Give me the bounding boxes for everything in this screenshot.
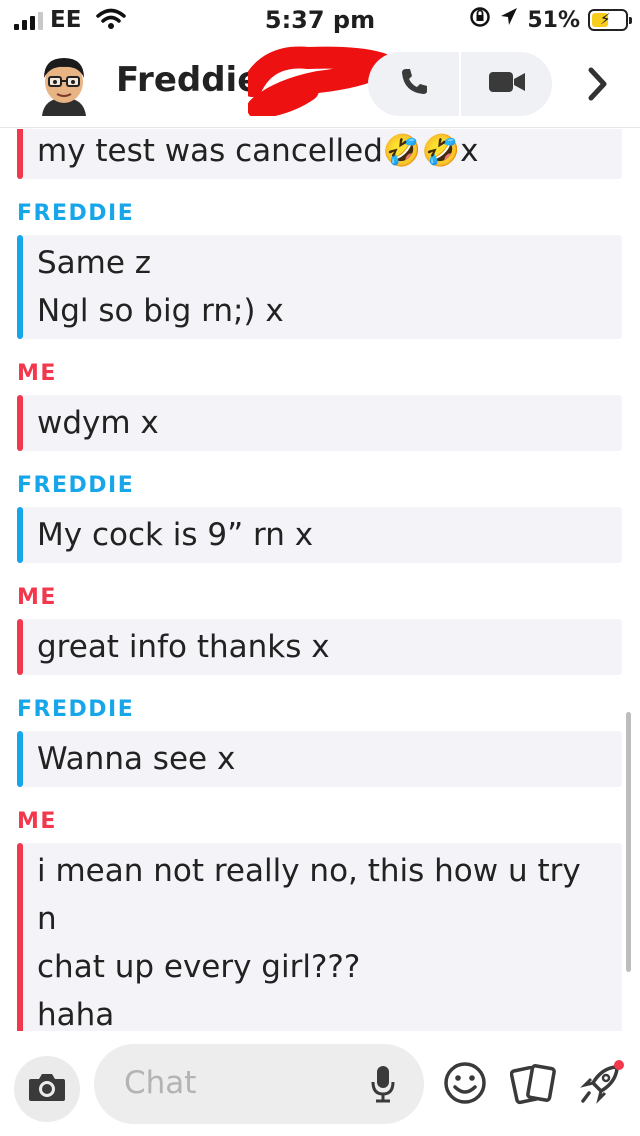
message-text: great info thanks x [37,629,330,665]
video-camera-icon [488,69,526,99]
sender-label: ME [17,809,57,834]
composer-bar [0,1032,640,1136]
sender-label: ME [17,585,57,610]
message-bubble[interactable]: my test was cancelled🤣🤣x [17,129,622,179]
message-group: FREDDIE Wanna see x [0,697,640,787]
message-bubble[interactable]: Same z Ngl so big rn;) x [17,235,622,339]
camera-icon [27,1071,67,1107]
message-text: i mean not really no, this how u try n [37,853,581,937]
message-text: haha [37,997,115,1031]
microphone-icon[interactable] [370,1064,396,1108]
battery-percent: 51% [527,7,580,33]
chat-input-pill[interactable] [94,1044,424,1124]
rocket-icon [577,1059,625,1111]
chat-header: Freddie [0,40,640,128]
message-text: Wanna see x [37,741,236,777]
location-arrow-icon [499,6,519,34]
message-text: Ngl so big rn;) x [37,293,284,329]
chevron-right-icon[interactable] [578,64,618,104]
message-text: My cock is 9” rn x [37,517,314,553]
rocket-button[interactable] [576,1060,626,1110]
scroll-indicator[interactable] [626,712,631,972]
message-group: my test was cancelled🤣🤣x [0,129,640,179]
bitmoji-avatar[interactable] [34,52,94,116]
message-bubble[interactable]: i mean not really no, this how u try n ch… [17,843,622,1031]
redaction-scribble [241,46,393,120]
sticker-button[interactable] [440,1060,490,1110]
message-bubble[interactable]: wdym x [17,395,622,451]
message-group: ME i mean not really no, this how u try n… [0,809,640,1031]
message-text: wdym x [37,405,159,441]
smiley-icon [443,1061,487,1109]
message-group: ME wdym x [0,361,640,451]
message-group: FREDDIE My cock is 9” rn x [0,473,640,563]
voice-call-button[interactable] [368,52,459,116]
sender-label: ME [17,361,57,386]
message-text: my test was cancelled🤣🤣x [37,133,479,169]
message-text: Same z [37,245,152,281]
message-list[interactable]: my test was cancelled🤣🤣x FREDDIE Same z Ngl… [0,129,640,1031]
orientation-lock-icon [469,6,491,34]
contact-name[interactable]: Freddie [116,60,260,100]
phone-icon [398,66,430,102]
message-group: ME great info thanks x [0,585,640,675]
call-controls [368,52,552,116]
message-text: chat up every girl??? [37,949,361,985]
battery-charging-icon: ⚡ [588,9,632,31]
sender-label: FREDDIE [17,201,135,226]
message-bubble[interactable]: Wanna see x [17,731,622,787]
chat-input[interactable] [124,1062,344,1104]
cards-icon [509,1061,556,1109]
video-call-button[interactable] [461,52,552,116]
message-group: FREDDIE Same z Ngl so big rn;) x [0,201,640,339]
games-button[interactable] [508,1060,558,1110]
sender-label: FREDDIE [17,473,135,498]
message-bubble[interactable]: great info thanks x [17,619,622,675]
status-bar: EE 5:37 pm 51% ⚡ [0,0,640,40]
camera-button[interactable] [14,1056,80,1122]
sender-label: FREDDIE [17,697,135,722]
message-bubble[interactable]: My cock is 9” rn x [17,507,622,563]
